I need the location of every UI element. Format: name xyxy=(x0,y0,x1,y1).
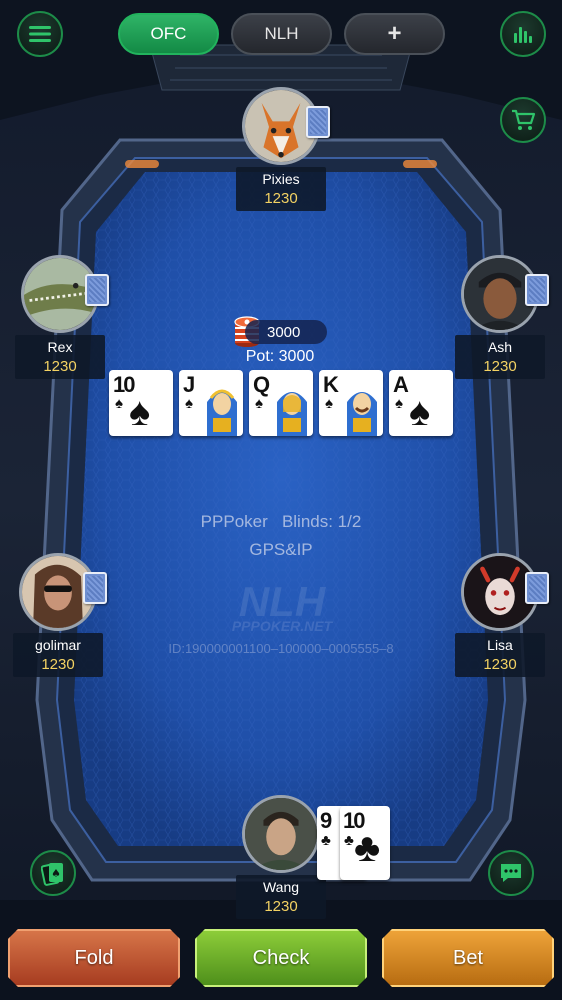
card-suit: ♠ xyxy=(185,395,193,412)
player-name: Pixies xyxy=(262,171,300,187)
spade-icon: ♠ xyxy=(129,390,151,434)
seat-ash[interactable]: Ash 1230 xyxy=(450,255,550,395)
king-face-icon xyxy=(347,392,377,436)
card-suit: ♠ xyxy=(115,395,123,412)
menu-icon xyxy=(29,26,51,42)
player-chips: 1230 xyxy=(43,358,77,375)
card-suit: ♠ xyxy=(255,395,263,412)
card-suit: ♠ xyxy=(395,395,403,412)
shop-button[interactable] xyxy=(500,97,546,143)
svg-text:♠: ♠ xyxy=(51,867,61,880)
card-back-icon xyxy=(306,106,330,138)
community-card-1: 10 ♠ ♠ xyxy=(109,370,173,436)
brand-text: PPPoker xyxy=(200,512,268,531)
pot-label: Pot: 3000 xyxy=(245,348,315,365)
player-chips: 1230 xyxy=(264,898,298,915)
player-plate: Rex 1230 xyxy=(15,335,105,379)
player-chips: 1230 xyxy=(483,358,517,375)
bet-button[interactable]: Bet xyxy=(382,929,554,987)
fold-label: Fold xyxy=(74,946,114,969)
cart-icon xyxy=(512,109,536,130)
menu-button[interactable] xyxy=(17,11,63,57)
gps-ip-text: GPS&IP xyxy=(249,540,313,559)
tab-nlh[interactable]: NLH xyxy=(231,13,332,55)
seat-lisa[interactable]: Lisa 1230 xyxy=(450,553,550,693)
stats-button[interactable] xyxy=(500,11,546,57)
community-card-3: Q ♠ xyxy=(249,370,313,436)
card-back-icon xyxy=(83,572,107,604)
cards-button[interactable]: ♠ xyxy=(30,850,76,896)
community-card-5: A ♠ ♠ xyxy=(389,370,453,436)
seat-wang[interactable]: Wang 1230 xyxy=(231,795,331,935)
card-back-icon xyxy=(525,274,549,306)
check-button[interactable]: Check xyxy=(195,929,367,987)
seat-rex[interactable]: Rex 1230 xyxy=(10,255,110,395)
hole-card-2: 10 ♣ ♣ xyxy=(340,806,390,880)
card-suit: ♣ xyxy=(344,832,354,849)
card-suit: ♣ xyxy=(321,832,331,849)
add-table-button[interactable]: + xyxy=(344,13,445,55)
spade-icon: ♠ xyxy=(409,390,431,434)
bet-label: Bet xyxy=(452,946,484,969)
pot-chips-text: 3000 xyxy=(267,323,301,341)
player-chips: 1230 xyxy=(41,656,75,673)
player-name: Wang xyxy=(262,879,300,895)
pot-amount: 3000 xyxy=(245,320,327,344)
player-plate: Ash 1230 xyxy=(455,335,545,379)
player-name: Ash xyxy=(487,339,513,355)
table-id: ID:190000001100–100000–0005555–8 xyxy=(168,641,394,656)
community-card-2: J ♠ xyxy=(179,370,243,436)
player-name: Rex xyxy=(47,339,73,355)
fold-button[interactable]: Fold xyxy=(8,929,180,987)
card-suit: ♠ xyxy=(325,395,333,412)
table-info-line: PPPoker Blinds: 1/2 xyxy=(0,512,562,532)
check-label: Check xyxy=(252,946,310,969)
card-back-icon xyxy=(525,572,549,604)
player-chips: 1230 xyxy=(483,656,517,673)
bar-chart-icon xyxy=(514,27,532,43)
seat-pixies[interactable]: Pixies 1230 xyxy=(231,87,331,227)
site-watermark: PPPOKER.NET xyxy=(231,618,333,634)
player-plate: Pixies 1230 xyxy=(236,167,326,211)
community-cards: 10 ♠ ♠ J ♠ Q ♠ K ♠ A ♠ ♠ xyxy=(109,370,453,436)
jack-face-icon xyxy=(207,389,237,436)
player-chips: 1230 xyxy=(264,190,298,207)
player-plate: Wang 1230 xyxy=(236,875,326,919)
cards-icon: ♠ xyxy=(41,863,63,886)
queen-face-icon xyxy=(277,392,307,436)
chat-icon xyxy=(501,864,521,882)
chat-button[interactable] xyxy=(488,850,534,896)
seat-golimar[interactable]: golimar 1230 xyxy=(8,553,108,693)
blinds-text: Blinds: 1/2 xyxy=(281,512,362,531)
game-type-tabs: OFC NLH + xyxy=(118,13,445,55)
community-card-4: K ♠ xyxy=(319,370,383,436)
tab-ofc[interactable]: OFC xyxy=(118,13,219,55)
card-rank: 9 xyxy=(320,808,332,833)
avatar xyxy=(242,795,320,873)
card-back-icon xyxy=(85,274,109,306)
club-icon: ♣ xyxy=(354,826,381,870)
